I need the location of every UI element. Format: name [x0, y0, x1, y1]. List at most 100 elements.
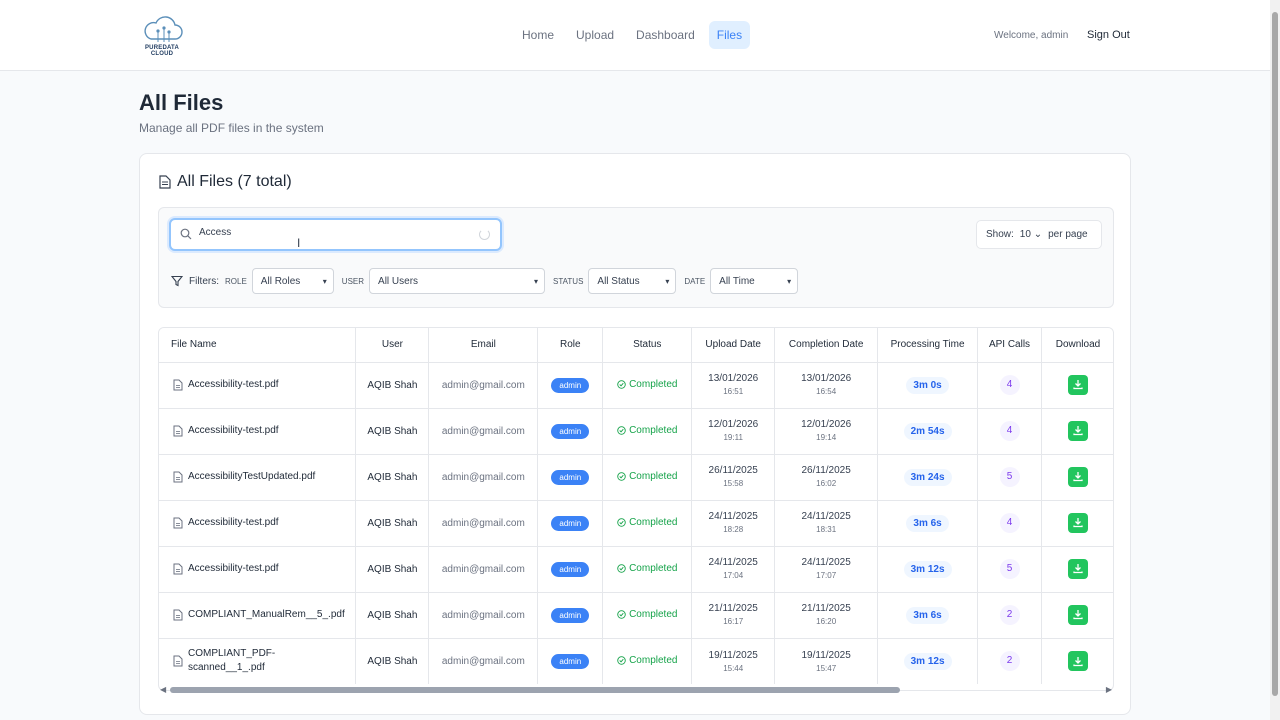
api-calls-badge: 2: [999, 605, 1020, 625]
scroll-right-arrow-icon[interactable]: ▶: [1106, 685, 1112, 694]
download-button[interactable]: [1067, 513, 1088, 533]
upload-time: 15:58: [723, 479, 744, 489]
col-status[interactable]: Status: [602, 328, 693, 363]
col-api-calls[interactable]: API Calls: [977, 328, 1042, 363]
upload-time: 18:28: [723, 525, 744, 535]
file-icon: [173, 471, 183, 483]
col-user[interactable]: User: [355, 328, 430, 363]
status-badge: Completed: [617, 471, 677, 482]
download-button[interactable]: [1067, 467, 1088, 487]
table-row: Accessibility-test.pdf AQIB Shah admin@g…: [159, 362, 1113, 409]
main-nav: Home Upload Dashboard Files: [514, 21, 751, 49]
upload-date-cell: 21/11/2025 16:17: [691, 592, 776, 639]
role-filter-select[interactable]: All Roles ▾: [251, 268, 334, 294]
sign-out-button[interactable]: Sign Out: [1087, 29, 1130, 41]
chevron-down-icon: ▾: [665, 276, 670, 286]
scroll-left-arrow-icon[interactable]: ◀: [160, 685, 166, 694]
download-button[interactable]: [1067, 375, 1088, 395]
col-upload-date[interactable]: Upload Date: [691, 328, 776, 363]
completion-time: 17:07: [816, 571, 837, 581]
processing-time-cell: 3m 12s: [877, 638, 979, 684]
date-filter-value: All Time: [719, 275, 755, 287]
card-title-text: All Files (7 total): [177, 173, 292, 190]
completion-date-cell: 12/01/2026 19:14: [774, 408, 879, 455]
upload-time: 19:11: [723, 433, 743, 443]
upload-time: 16:17: [723, 617, 744, 627]
user-filter-label: USER: [341, 276, 365, 286]
col-processing-time[interactable]: Processing Time: [877, 328, 979, 363]
download-cell: [1041, 546, 1113, 593]
table-header-row: File Name User Email Role Status Upload …: [159, 328, 1113, 363]
horizontal-scrollbar[interactable]: ◀ ▶: [158, 684, 1114, 696]
col-email[interactable]: Email: [428, 328, 539, 363]
download-button[interactable]: [1067, 651, 1088, 672]
show-label: Show:: [986, 229, 1014, 240]
puredata-logo[interactable]: PUREDATA CLOUD: [133, 15, 191, 57]
file-name: COMPLIANT_PDF-scanned__1_.pdf: [188, 648, 276, 674]
download-button[interactable]: [1067, 605, 1088, 625]
scrollbar-thumb[interactable]: [170, 687, 900, 693]
status-badge: Completed: [617, 609, 677, 620]
date-filter-select[interactable]: All Time ▾: [710, 268, 799, 294]
chevron-down-icon: ▾: [322, 276, 327, 286]
file-icon: [173, 425, 183, 437]
file-name: Accessibility-test.pdf: [188, 379, 279, 390]
search-input[interactable]: [199, 227, 469, 238]
file-icon: [173, 379, 183, 391]
download-cell: [1041, 500, 1113, 547]
user-filter-select[interactable]: All Users ▾: [369, 268, 546, 294]
col-file-name[interactable]: File Name: [159, 328, 357, 363]
download-button[interactable]: [1067, 559, 1088, 579]
completion-date-cell: 24/11/2025 17:07: [774, 546, 879, 593]
file-name-cell[interactable]: COMPLIANT_PDF-scanned__1_.pdf: [159, 638, 357, 684]
role-badge: admin: [551, 377, 590, 393]
file-name-cell[interactable]: Accessibility-test.pdf: [159, 500, 357, 547]
download-icon: [1073, 380, 1083, 390]
completion-date: 21/11/2025: [801, 603, 851, 615]
status-text: Completed: [629, 470, 678, 482]
status-badge: Completed: [617, 425, 677, 436]
table-row: Accessibility-test.pdf AQIB Shah admin@g…: [159, 408, 1113, 455]
nav-home[interactable]: Home: [514, 21, 562, 49]
file-name-cell[interactable]: Accessibility-test.pdf: [159, 546, 357, 593]
completion-date-cell: 21/11/2025 16:20: [774, 592, 879, 639]
email-cell: admin@gmail.com: [428, 546, 539, 593]
api-calls-cell: 4: [977, 408, 1042, 455]
check-circle-icon: [617, 517, 626, 527]
completion-date: 24/11/2025: [801, 557, 851, 569]
user-filter-value: All Users: [378, 275, 419, 287]
download-button[interactable]: [1067, 421, 1088, 441]
file-name: Accessibility-test.pdf: [188, 563, 279, 574]
col-completion-date[interactable]: Completion Date: [774, 328, 879, 363]
role-badge: admin: [551, 561, 590, 577]
processing-time-badge: 3m 6s: [906, 514, 949, 532]
status-filter-select[interactable]: All Status ▾: [588, 268, 677, 294]
upload-date: 21/11/2025: [708, 603, 758, 615]
processing-time-badge: 3m 12s: [903, 652, 952, 670]
file-icon: [173, 609, 183, 621]
role-cell: admin: [537, 500, 604, 547]
role-filter-value: All Roles: [260, 275, 301, 287]
file-name-cell[interactable]: COMPLIANT_ManualRem__5_.pdf: [159, 592, 357, 639]
file-name-cell[interactable]: Accessibility-test.pdf: [159, 408, 357, 455]
search-field[interactable]: [169, 218, 502, 251]
check-circle-icon: [617, 609, 626, 619]
download-cell: [1041, 638, 1113, 684]
per-page-select[interactable]: 10 ⌄: [1020, 229, 1042, 240]
page-scrollbar[interactable]: [1270, 0, 1280, 720]
completion-date-cell: 26/11/2025 16:02: [774, 454, 879, 501]
nav-dashboard[interactable]: Dashboard: [628, 21, 703, 49]
api-calls-cell: 2: [977, 638, 1042, 684]
file-icon: [173, 563, 183, 575]
col-role[interactable]: Role: [537, 328, 604, 363]
nav-upload[interactable]: Upload: [568, 21, 622, 49]
file-name-cell[interactable]: Accessibility-test.pdf: [159, 362, 357, 409]
completion-time: 16:20: [816, 617, 837, 627]
nav-files[interactable]: Files: [708, 21, 751, 49]
chevron-down-icon: ▾: [534, 276, 539, 286]
user-cell: AQIB Shah: [355, 546, 430, 593]
status-cell: Completed: [602, 592, 693, 639]
email-cell: admin@gmail.com: [428, 500, 539, 547]
page-scrollbar-thumb[interactable]: [1272, 12, 1278, 696]
file-name-cell[interactable]: AccessibilityTestUpdated.pdf: [159, 454, 357, 501]
